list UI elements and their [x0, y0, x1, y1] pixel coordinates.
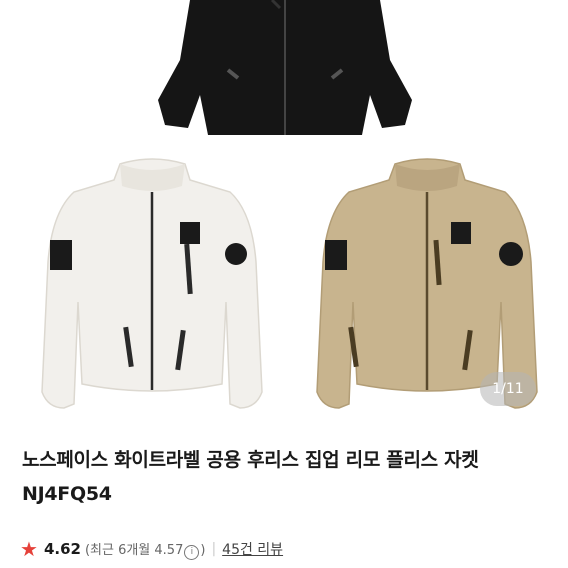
image-counter-badge: 1/11	[480, 372, 536, 406]
product-info: 노스페이스 화이트라벨 공용 후리스 집업 리모 플리스 자켓 NJ4FQ54	[22, 443, 552, 511]
black-jacket-image	[158, 0, 412, 135]
recent-rating-close: )	[200, 542, 206, 558]
rating-score: 4.62	[43, 540, 81, 558]
review-count-link[interactable]: 45건 리뷰	[222, 539, 283, 559]
recent-rating: (최근 6개월 4.57 i)	[85, 539, 205, 560]
divider: |	[211, 541, 217, 557]
star-icon: ★	[20, 537, 38, 561]
product-image-gallery[interactable]: 1/11	[0, 0, 568, 432]
recent-rating-text: (최근 6개월 4.57	[84, 542, 184, 558]
white-jacket-image	[41, 158, 263, 409]
product-model-number: NJ4FQ54	[22, 483, 112, 505]
info-icon[interactable]: i	[184, 544, 200, 560]
product-title: 노스페이스 화이트라벨 공용 후리스 집업 리모 플리스 자켓 NJ4FQ54	[22, 443, 552, 511]
product-title-name: 노스페이스 화이트라벨 공용 후리스 집업 리모 플리스 자켓	[22, 449, 479, 471]
rating-row: ★ 4.62 (최근 6개월 4.57 i) | 45건 리뷰	[20, 538, 283, 560]
